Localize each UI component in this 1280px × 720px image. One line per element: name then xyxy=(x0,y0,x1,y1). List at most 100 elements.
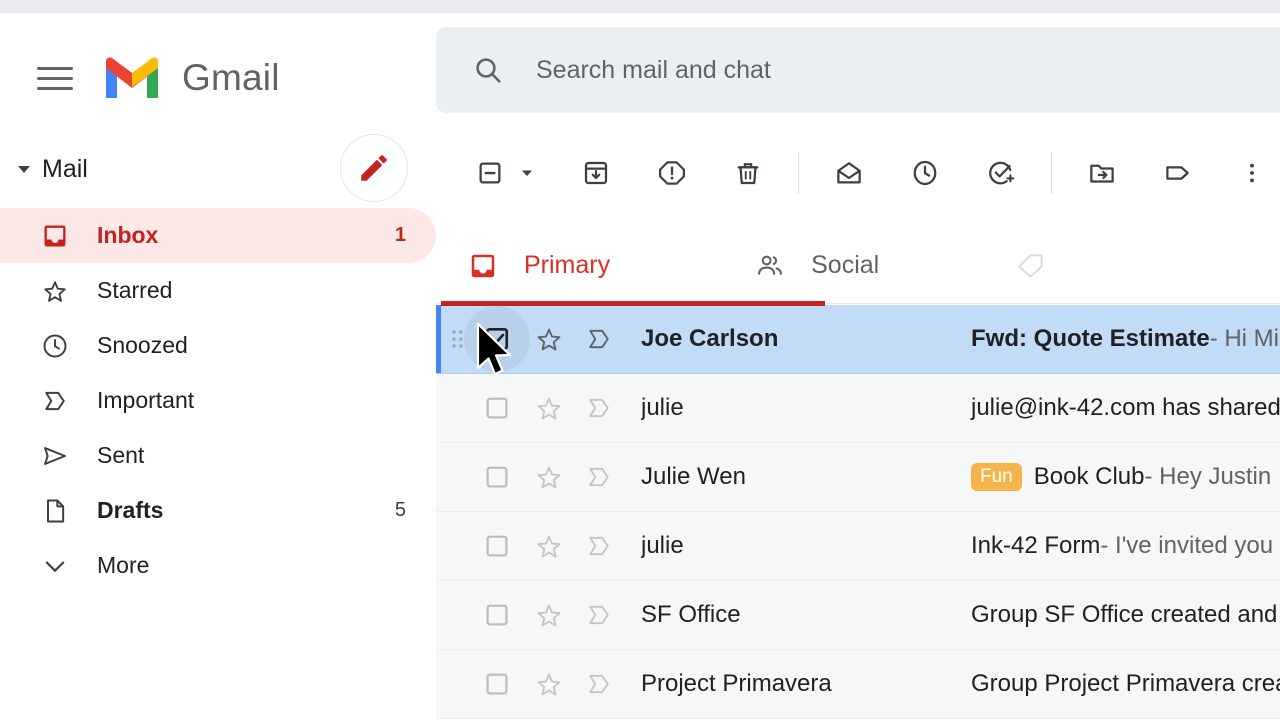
sidebar-item-count: 1 xyxy=(394,224,406,246)
trash-icon xyxy=(737,163,759,185)
sidebar-item-starred[interactable]: Starred xyxy=(0,263,436,318)
sidebar-item-sent[interactable]: Sent xyxy=(0,428,436,483)
mark-unread-button[interactable] xyxy=(825,149,873,197)
list-toolbar xyxy=(436,133,1280,213)
snooze-button[interactable] xyxy=(901,149,949,197)
inbox-icon xyxy=(40,221,70,251)
compose-button[interactable] xyxy=(340,134,408,202)
star-icon[interactable] xyxy=(533,530,565,562)
important-chevron-icon xyxy=(40,386,70,416)
email-sender: julie xyxy=(641,394,684,421)
table-row[interactable]: julie julie@ink-42.com has shared xyxy=(436,374,1280,443)
report-spam-icon xyxy=(659,161,685,185)
important-chevron-icon[interactable] xyxy=(583,668,615,700)
sidebar: Gmail Mail Inbox 1 Starred Snoozed Impor… xyxy=(0,13,436,720)
more-options-button[interactable] xyxy=(1228,149,1276,197)
email-message: julie@ink-42.com has shared xyxy=(971,394,1280,422)
inbox-category-tabs: Primary Social xyxy=(436,228,1280,304)
row-checkbox[interactable] xyxy=(480,460,514,494)
brand-row: Gmail xyxy=(0,33,436,123)
email-list: Joe Carlson Fwd: Quote Estimate - Hi Mik xyxy=(436,301,1280,720)
tab-promotions-partial[interactable] xyxy=(1014,228,1048,304)
pencil-compose-icon xyxy=(361,155,387,181)
tab-primary[interactable]: Primary xyxy=(466,228,610,304)
delete-button[interactable] xyxy=(724,149,772,197)
sidebar-item-drafts[interactable]: Drafts 5 xyxy=(0,483,436,538)
unchecked-checkbox-icon xyxy=(486,397,508,419)
browser-top-strip xyxy=(0,0,1280,13)
sidebar-item-label: Sent xyxy=(97,442,145,468)
important-chevron-icon[interactable] xyxy=(583,323,615,355)
search-bar[interactable]: Search mail and chat xyxy=(436,27,1280,113)
caret-down-icon xyxy=(522,170,532,176)
label-badge[interactable]: Fun xyxy=(971,462,1022,492)
sidebar-item-snoozed[interactable]: Snoozed xyxy=(0,318,436,373)
email-snippet: - Hi Mik xyxy=(1209,325,1280,352)
email-message: Group SF Office created and xyxy=(971,601,1280,629)
star-icon[interactable] xyxy=(533,599,565,631)
add-to-tasks-button[interactable] xyxy=(977,149,1025,197)
star-icon xyxy=(40,276,70,306)
drag-handle-icon[interactable] xyxy=(450,327,466,351)
move-to-button[interactable] xyxy=(1078,149,1126,197)
unchecked-checkbox-icon xyxy=(486,535,508,557)
email-subject: Group SF Office created and xyxy=(971,601,1278,628)
sidebar-item-label: Snoozed xyxy=(97,332,188,358)
email-subject: julie@ink-42.com has shared xyxy=(971,394,1280,421)
row-checkbox[interactable] xyxy=(480,529,514,563)
email-subject: Group Project Primavera crea xyxy=(971,670,1280,697)
table-row[interactable]: Project Primavera Group Project Primaver… xyxy=(436,650,1280,719)
star-icon[interactable] xyxy=(533,392,565,424)
inbox-icon xyxy=(466,249,500,283)
email-snippet: - I've invited you xyxy=(1100,532,1274,559)
report-spam-button[interactable] xyxy=(648,149,696,197)
important-chevron-icon[interactable] xyxy=(583,530,615,562)
sidebar-item-inbox[interactable]: Inbox 1 xyxy=(0,208,436,263)
labels-button[interactable] xyxy=(1154,149,1202,197)
row-checkbox[interactable] xyxy=(480,322,514,356)
row-checkbox[interactable] xyxy=(480,391,514,425)
send-icon xyxy=(40,441,70,471)
main-content: Search mail and chat Primary Social Joe … xyxy=(436,13,1280,720)
email-sender: Joe Carlson xyxy=(641,325,779,352)
table-row[interactable]: julie Ink-42 Form - I've invited you xyxy=(436,512,1280,581)
table-row[interactable]: SF Office Group SF Office created and xyxy=(436,581,1280,650)
important-chevron-icon[interactable] xyxy=(583,461,615,493)
sidebar-item-important[interactable]: Important xyxy=(0,373,436,428)
indeterminate-checkbox-icon xyxy=(479,162,501,184)
email-sender: Julie Wen xyxy=(641,463,746,490)
email-snippet: - Hey Justin xyxy=(1144,463,1272,490)
select-all-dropdown[interactable] xyxy=(514,149,540,197)
caret-down-icon[interactable] xyxy=(10,155,38,183)
toolbar-divider xyxy=(798,152,799,194)
checked-checkbox-icon xyxy=(485,327,509,351)
hamburger-menu-icon[interactable] xyxy=(33,56,77,100)
table-row[interactable]: Joe Carlson Fwd: Quote Estimate - Hi Mik xyxy=(436,301,1280,374)
select-all-checkbox[interactable] xyxy=(466,149,514,197)
email-sender: SF Office xyxy=(641,601,741,628)
search-icon xyxy=(470,52,506,88)
unchecked-checkbox-icon xyxy=(486,604,508,626)
star-icon[interactable] xyxy=(533,668,565,700)
chevron-down-icon xyxy=(40,551,70,581)
important-chevron-icon[interactable] xyxy=(583,599,615,631)
draft-page-icon xyxy=(40,496,70,526)
important-chevron-icon[interactable] xyxy=(583,392,615,424)
unchecked-checkbox-icon xyxy=(486,466,508,488)
sidebar-item-more[interactable]: More xyxy=(0,538,436,593)
row-checkbox[interactable] xyxy=(480,598,514,632)
archive-button[interactable] xyxy=(572,149,620,197)
search-input[interactable]: Search mail and chat xyxy=(536,56,771,85)
open-envelope-icon xyxy=(837,162,861,184)
tab-social[interactable]: Social xyxy=(753,228,879,304)
email-message: Ink-42 Form - I've invited you xyxy=(971,532,1280,560)
clock-icon xyxy=(913,160,937,186)
table-row[interactable]: Julie Wen Fun Book Club - Hey Justin xyxy=(436,443,1280,512)
star-icon[interactable] xyxy=(533,323,565,355)
gmail-wordmark: Gmail xyxy=(182,57,280,98)
row-checkbox[interactable] xyxy=(480,667,514,701)
star-icon[interactable] xyxy=(533,461,565,493)
email-subject: Fwd: Quote Estimate xyxy=(971,325,1210,352)
tab-social-label: Social xyxy=(811,251,880,279)
sidebar-item-label: Important xyxy=(97,387,195,413)
